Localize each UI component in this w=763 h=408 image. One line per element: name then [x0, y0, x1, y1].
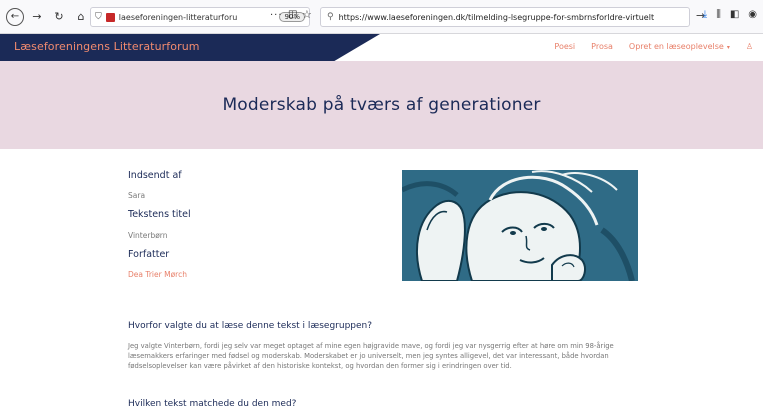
- submitted-by-value: Sara: [128, 191, 146, 200]
- shield-icon: ⛉: [95, 12, 102, 22]
- hero-banner: Moderskab på tværs af generationer: [0, 61, 763, 149]
- site-logo-link[interactable]: Læseforeningens Litteraturforum: [14, 40, 200, 53]
- toolbar-icons: ⤓ ⫼ ◧ ◉: [703, 9, 757, 20]
- mother-child-drawing: [402, 170, 638, 281]
- question-heading-1: Hvorfor valgte du at læse denne tekst i …: [128, 321, 373, 331]
- more-actions-icon[interactable]: ···: [270, 10, 283, 21]
- author-link[interactable]: Dea Trier Mørch: [128, 270, 187, 279]
- sidebar-icon[interactable]: ◧: [730, 9, 739, 20]
- text-title-label: Tekstens titel: [128, 209, 191, 220]
- browser-toolbar: ← → ↻ ⌂ ⛉ laeseforeningen-litteraturforu…: [0, 0, 763, 34]
- pocket-icon[interactable]: ◫: [288, 9, 297, 20]
- nav-item-prosa[interactable]: Prosa: [591, 42, 613, 51]
- site-header: Læseforeningens Litteraturforum Poesi Pr…: [0, 34, 763, 61]
- address-url: https://www.laeseforeningen.dk/tilmeldin…: [338, 12, 655, 22]
- main-nav: Poesi Prosa Opret en læseoplevelse ▾ ♙: [554, 42, 753, 51]
- address-bar[interactable]: ⚲ https://www.laeseforeningen.dk/tilmeld…: [320, 7, 690, 27]
- question-heading-2: Hvilken tekst matchede du den med?: [128, 399, 297, 408]
- download-icon[interactable]: ⤓: [703, 9, 707, 20]
- forward-arrow-icon[interactable]: →: [28, 8, 46, 26]
- answer-text-1: Jeg valgte Vinterbørn, fordi jeg selv va…: [128, 342, 614, 370]
- library-icon[interactable]: ⫼: [716, 9, 721, 20]
- search-icon: ⚲: [327, 12, 334, 22]
- author-label: Forfatter: [128, 249, 170, 260]
- submitted-by-label: Indsendt af: [128, 170, 182, 181]
- account-icon[interactable]: ◉: [748, 9, 757, 20]
- page-title: Moderskab på tværs af generationer: [222, 95, 541, 115]
- bookmark-star-icon[interactable]: ☆: [302, 8, 312, 21]
- text-title-value: Vinterbørn: [128, 231, 168, 240]
- site-favicon-icon: [105, 12, 115, 22]
- user-icon[interactable]: ♙: [746, 42, 753, 51]
- nav-item-poesi[interactable]: Poesi: [554, 42, 575, 51]
- back-arrow-icon[interactable]: ←: [6, 7, 24, 26]
- chevron-down-icon: ▾: [726, 44, 730, 51]
- illustration-image: [402, 170, 638, 281]
- nav-item-opret-label: Opret en læseoplevelse: [628, 42, 724, 51]
- reload-icon[interactable]: ↻: [50, 8, 68, 26]
- nav-item-opret[interactable]: Opret en læseoplevelse ▾: [629, 42, 730, 51]
- tab-title: laeseforeningen-litteraturforu: [118, 12, 238, 22]
- home-icon[interactable]: ⌂: [72, 8, 90, 26]
